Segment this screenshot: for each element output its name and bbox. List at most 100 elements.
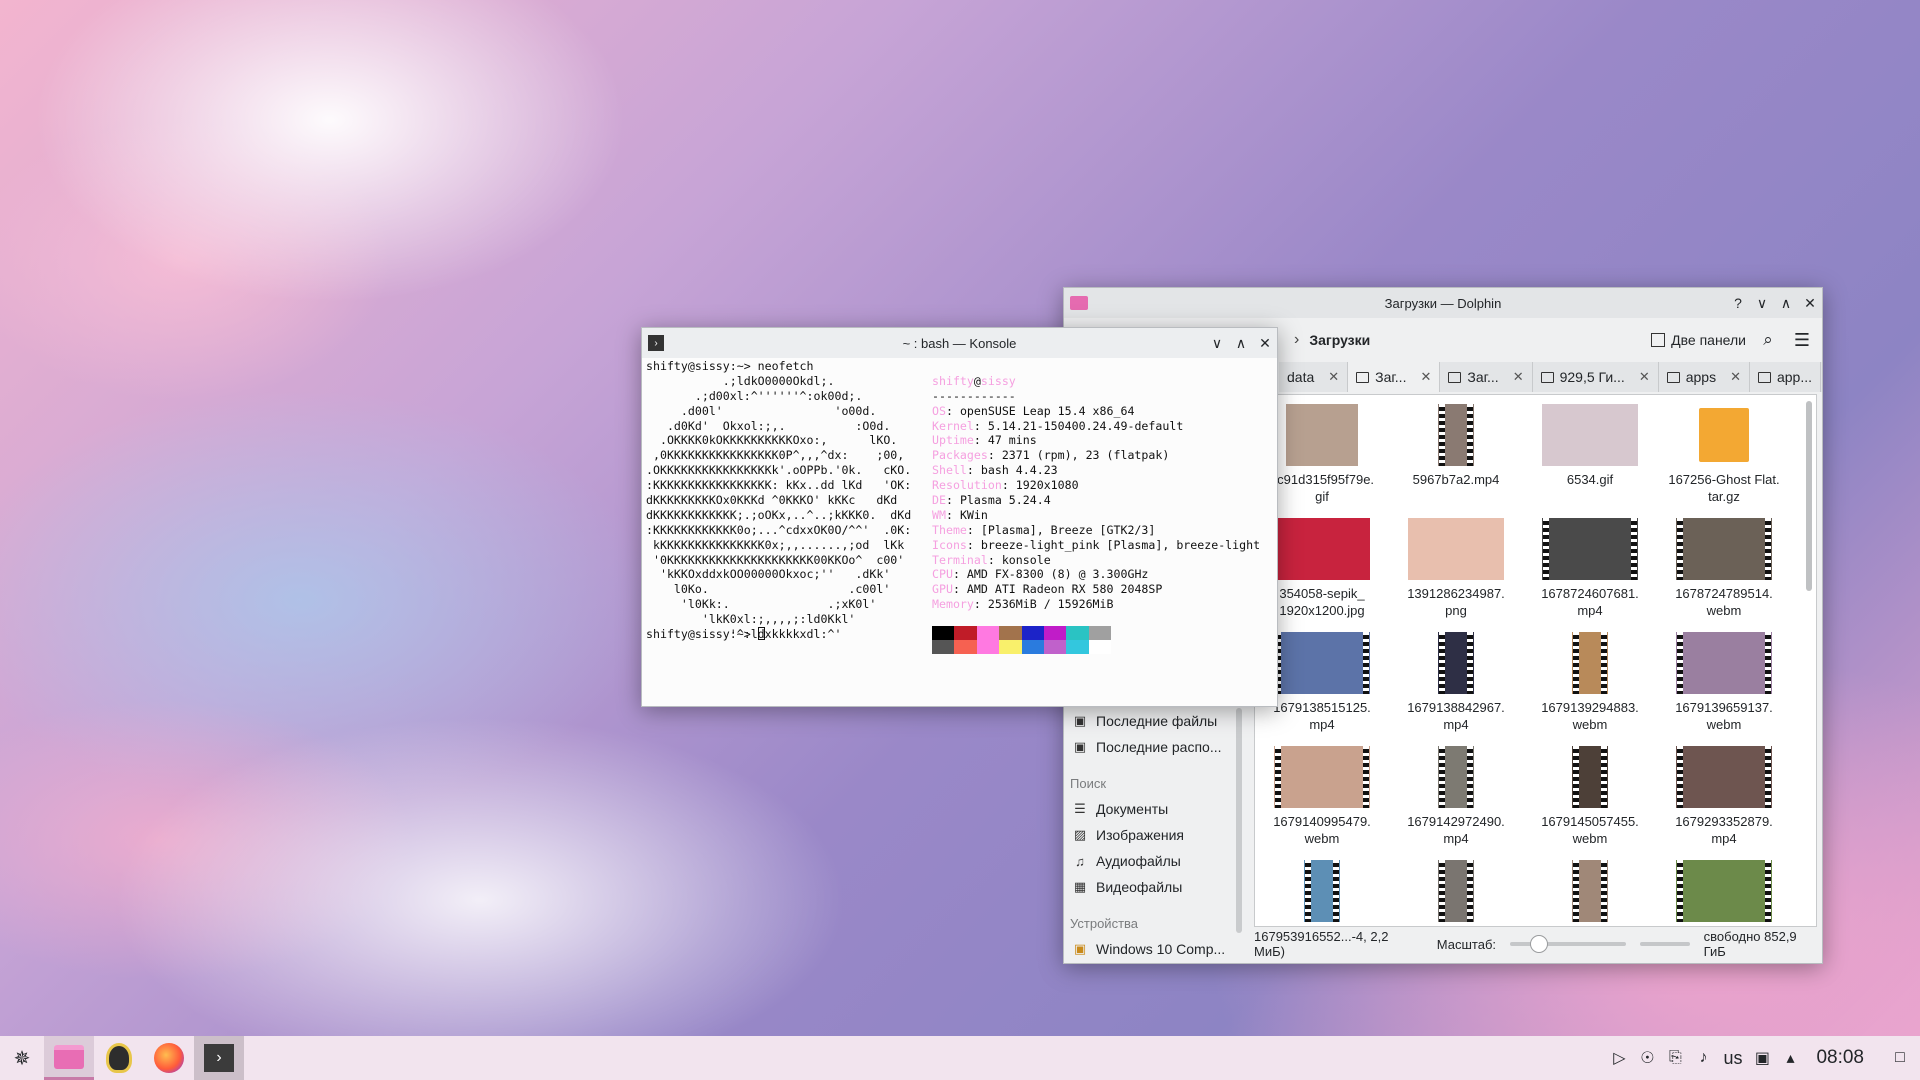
file-item[interactable]: 1679140995479. webm [1255, 743, 1389, 857]
file-item[interactable] [1255, 857, 1389, 926]
file-item[interactable]: 1679139659137. webm [1657, 629, 1791, 743]
palette-swatch [976, 640, 1000, 655]
palette-swatch [954, 626, 977, 641]
close-button[interactable]: ✕ [1798, 291, 1822, 315]
sidebar-item-label: Последние файлы [1096, 713, 1218, 729]
file-view-scrollbar[interactable] [1806, 401, 1812, 591]
info-value: 2536MiB / 15926MiB [987, 597, 1114, 612]
sidebar-item-recent-locations[interactable]: ▣ Последние распо... [1064, 734, 1236, 760]
tab-close-icon[interactable]: ✕ [1420, 369, 1431, 385]
video-thumbnail [1438, 632, 1474, 694]
task-konsole[interactable]: › [194, 1036, 244, 1080]
tab-label: app... [1776, 369, 1813, 385]
thumbnail [1438, 403, 1474, 467]
file-item[interactable]: 1391286234987. png [1389, 515, 1523, 629]
file-item[interactable]: 1679138842967. mp4 [1389, 629, 1523, 743]
tab-item[interactable]: 929,5 Ги... ✕ [1533, 362, 1659, 392]
volume-icon[interactable]: ♪ [1689, 1036, 1717, 1080]
maximize-button[interactable]: ∧ [1229, 331, 1253, 355]
minimize-button[interactable]: ∨ [1750, 291, 1774, 315]
tab-close-icon[interactable]: ✕ [1730, 369, 1741, 385]
network-icon[interactable]: ▣ [1748, 1036, 1776, 1080]
archive-icon [1699, 408, 1749, 462]
info-key: Memory [932, 597, 974, 612]
info-separator: : [1001, 478, 1016, 493]
sidebar-item-audio[interactable]: ♫ Аудиофайлы [1064, 848, 1236, 874]
info-key: Resolution [932, 478, 1002, 493]
palette-swatch [932, 626, 955, 641]
sidebar-item-recent-files[interactable]: ▣ Последние файлы [1064, 708, 1236, 734]
file-view[interactable]: 0c91d315f95f79e. gif 5967b7a2.mp4 6534.gif… [1254, 394, 1817, 927]
file-item[interactable] [1523, 857, 1657, 926]
file-item[interactable]: 1679293352879. mp4 [1657, 743, 1791, 857]
kde-connect-icon[interactable]: ☉ [1633, 1036, 1661, 1080]
palette-swatch [1043, 640, 1067, 655]
file-name: 1679140995479. webm [1273, 814, 1371, 846]
sidebar-item-label: Аудиофайлы [1096, 853, 1181, 869]
help-icon[interactable]: ? [1726, 291, 1750, 315]
task-firefox[interactable] [144, 1036, 194, 1080]
maximize-button[interactable]: ∧ [1774, 291, 1798, 315]
info-key: DE [932, 493, 946, 508]
show-desktop-icon[interactable]: □ [1886, 1036, 1914, 1080]
tray-expand-icon[interactable]: ▴ [1776, 1036, 1804, 1080]
system-info: shifty@sissy ------------ OS: openSUSE L… [932, 374, 1260, 655]
task-dolphin[interactable] [44, 1036, 94, 1080]
file-item[interactable]: 5967b7a2.mp4 [1389, 401, 1523, 515]
search-icon[interactable]: ⌕ [1756, 328, 1780, 352]
info-separator: : [945, 403, 960, 418]
tab-close-icon[interactable]: ✕ [1328, 369, 1339, 385]
task-tux[interactable] [94, 1036, 144, 1080]
clock[interactable]: 08:08 [1804, 1047, 1886, 1069]
thumbnail [1676, 517, 1772, 581]
tab-item[interactable]: Заг... ✕ [1440, 362, 1533, 392]
palette-swatch [976, 626, 1000, 641]
file-item[interactable] [1657, 857, 1791, 926]
hamburger-menu-icon[interactable]: ☰ [1790, 328, 1814, 352]
sidebar-item-videos[interactable]: ▦ Видеофайлы [1064, 874, 1236, 900]
zoom-slider-knob[interactable] [1530, 935, 1549, 953]
file-item[interactable]: 1679145057455. webm [1523, 743, 1657, 857]
tab-item[interactable]: apps ✕ [1659, 362, 1750, 392]
sidebar-item-images[interactable]: ▨ Изображения [1064, 822, 1236, 848]
application-launcher[interactable]: ✵ [0, 1036, 44, 1080]
dolphin-titlebar[interactable]: Загрузки — Dolphin ? ∨ ∧ ✕ [1064, 288, 1822, 318]
folder-icon [1356, 371, 1370, 383]
tab-close-icon[interactable]: ✕ [1639, 369, 1650, 385]
sidebar-item-windows-drive[interactable]: ▣ Windows 10 Comp... [1064, 936, 1236, 962]
media-player-icon[interactable]: ▷ [1605, 1036, 1633, 1080]
keyboard-layout[interactable]: us [1717, 1048, 1748, 1069]
zoom-slider[interactable] [1510, 935, 1626, 953]
file-name: 1679293352879. mp4 [1675, 814, 1773, 846]
palette-swatch [932, 640, 955, 655]
sidebar-scrollbar[interactable] [1236, 708, 1242, 933]
tux-penguin-icon [106, 1043, 132, 1073]
konsole-window[interactable]: › ~ : bash — Konsole ∨ ∧ ✕ shifty@sissy:… [641, 327, 1278, 707]
thumbnail [1542, 403, 1638, 467]
close-button[interactable]: ✕ [1253, 331, 1277, 355]
thumbnail [1438, 859, 1474, 923]
video-thumbnail [1572, 746, 1608, 808]
file-item[interactable] [1389, 857, 1523, 926]
tab-close-icon[interactable]: ✕ [1513, 369, 1524, 385]
tab-item[interactable]: app... [1750, 362, 1822, 392]
info-value: KWin [959, 507, 988, 522]
file-item[interactable]: 1678724607681. mp4 [1523, 515, 1657, 629]
info-key: Shell [932, 463, 967, 478]
info-separator: : [945, 507, 960, 522]
terminal-output[interactable]: shifty@sissy:~> neofetch .;ldkO0000Okdl;… [646, 359, 1273, 702]
file-item[interactable]: 1679142972490. mp4 [1389, 743, 1523, 857]
clipboard-icon[interactable]: ⎘ [1661, 1036, 1689, 1080]
minimize-button[interactable]: ∨ [1205, 331, 1229, 355]
split-view-button[interactable]: Две панели [1651, 332, 1746, 348]
file-item[interactable]: 6534.gif [1523, 401, 1657, 515]
konsole-titlebar[interactable]: › ~ : bash — Konsole ∨ ∧ ✕ [642, 328, 1277, 358]
file-item[interactable]: 1678724789514. webm [1657, 515, 1791, 629]
breadcrumb-current[interactable]: Загрузки [1309, 332, 1370, 348]
recent-files-icon: ▣ [1073, 713, 1087, 728]
tab-item[interactable]: Заг... ✕ [1348, 362, 1441, 392]
sidebar-item-documents[interactable]: ☰ Документы [1064, 796, 1236, 822]
tab-item[interactable]: data ✕ [1279, 362, 1349, 392]
file-item[interactable]: 1679139294883. webm [1523, 629, 1657, 743]
file-item[interactable]: 167256-Ghost Flat. tar.gz [1657, 401, 1791, 515]
